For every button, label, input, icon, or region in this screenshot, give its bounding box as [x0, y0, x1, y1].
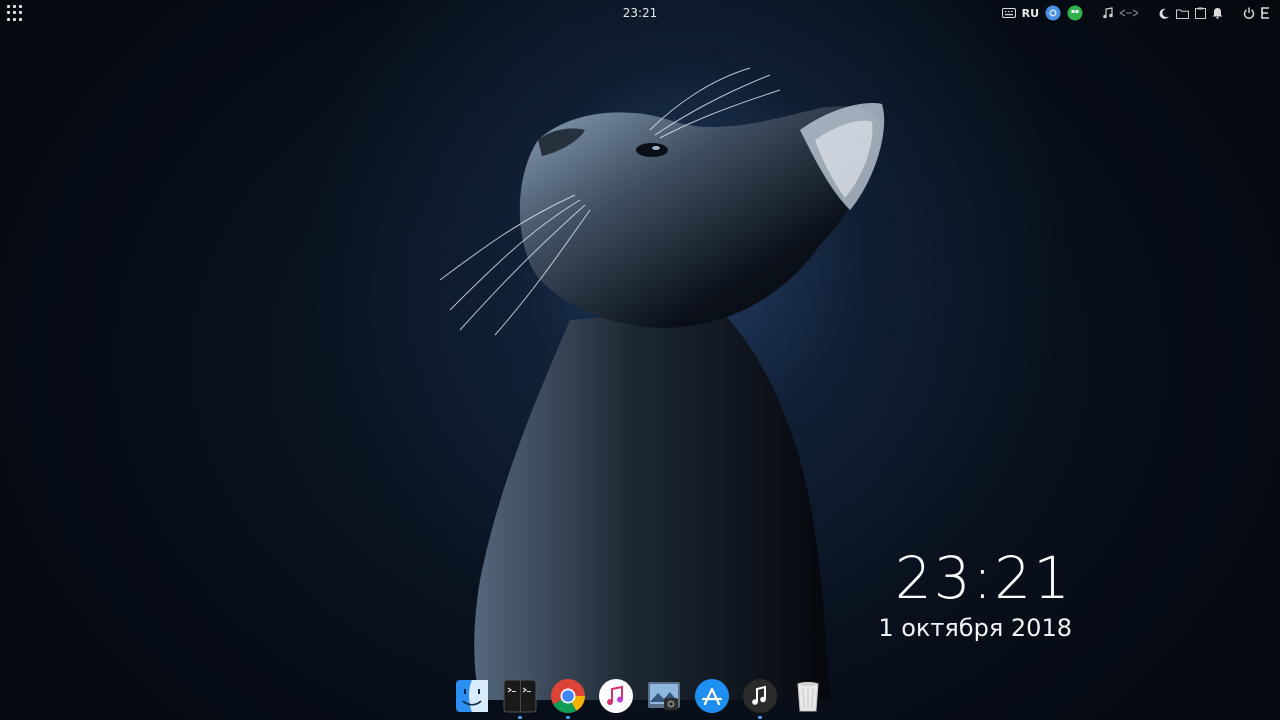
top-panel: 23:21 RU	[0, 0, 1280, 26]
app-launcher-icon[interactable]	[7, 5, 23, 21]
widget-date: 1 октября 2018	[878, 614, 1072, 642]
keyboard-layout-indicator[interactable]: RU	[1022, 4, 1039, 22]
clipboard-icon[interactable]	[1195, 4, 1206, 22]
keyboard-icon[interactable]	[1001, 4, 1016, 22]
chromium-icon[interactable]	[1045, 4, 1061, 22]
panel-clock[interactable]: 23:21	[623, 6, 658, 20]
running-indicator	[566, 716, 570, 719]
network-icon[interactable]	[1119, 4, 1139, 22]
image-viewer-icon[interactable]	[646, 678, 682, 714]
terminal-icon[interactable]	[502, 678, 538, 719]
chrome-icon[interactable]	[550, 678, 586, 719]
folder-icon[interactable]	[1176, 4, 1189, 22]
night-mode-icon[interactable]	[1159, 4, 1170, 22]
power-icon[interactable]	[1243, 4, 1255, 22]
music-note-icon[interactable]	[1103, 4, 1113, 22]
wallpaper-cat	[439, 67, 885, 700]
app-store-icon[interactable]	[694, 678, 730, 714]
system-tray: RU	[1001, 4, 1270, 22]
finder-icon[interactable]	[454, 678, 490, 714]
extra-menu-icon[interactable]	[1261, 4, 1270, 22]
notification-bell-icon[interactable]	[1212, 4, 1223, 22]
music-player-icon[interactable]	[742, 678, 778, 719]
running-indicator	[758, 716, 762, 719]
dock	[454, 674, 826, 719]
itunes-icon[interactable]	[598, 678, 634, 714]
desktop-clock-widget: 23:21 1 октября 2018	[878, 545, 1072, 643]
hangouts-icon[interactable]	[1067, 4, 1083, 22]
trash-icon[interactable]	[790, 678, 826, 714]
running-indicator	[518, 716, 522, 719]
widget-time: 23:21	[894, 544, 1072, 612]
